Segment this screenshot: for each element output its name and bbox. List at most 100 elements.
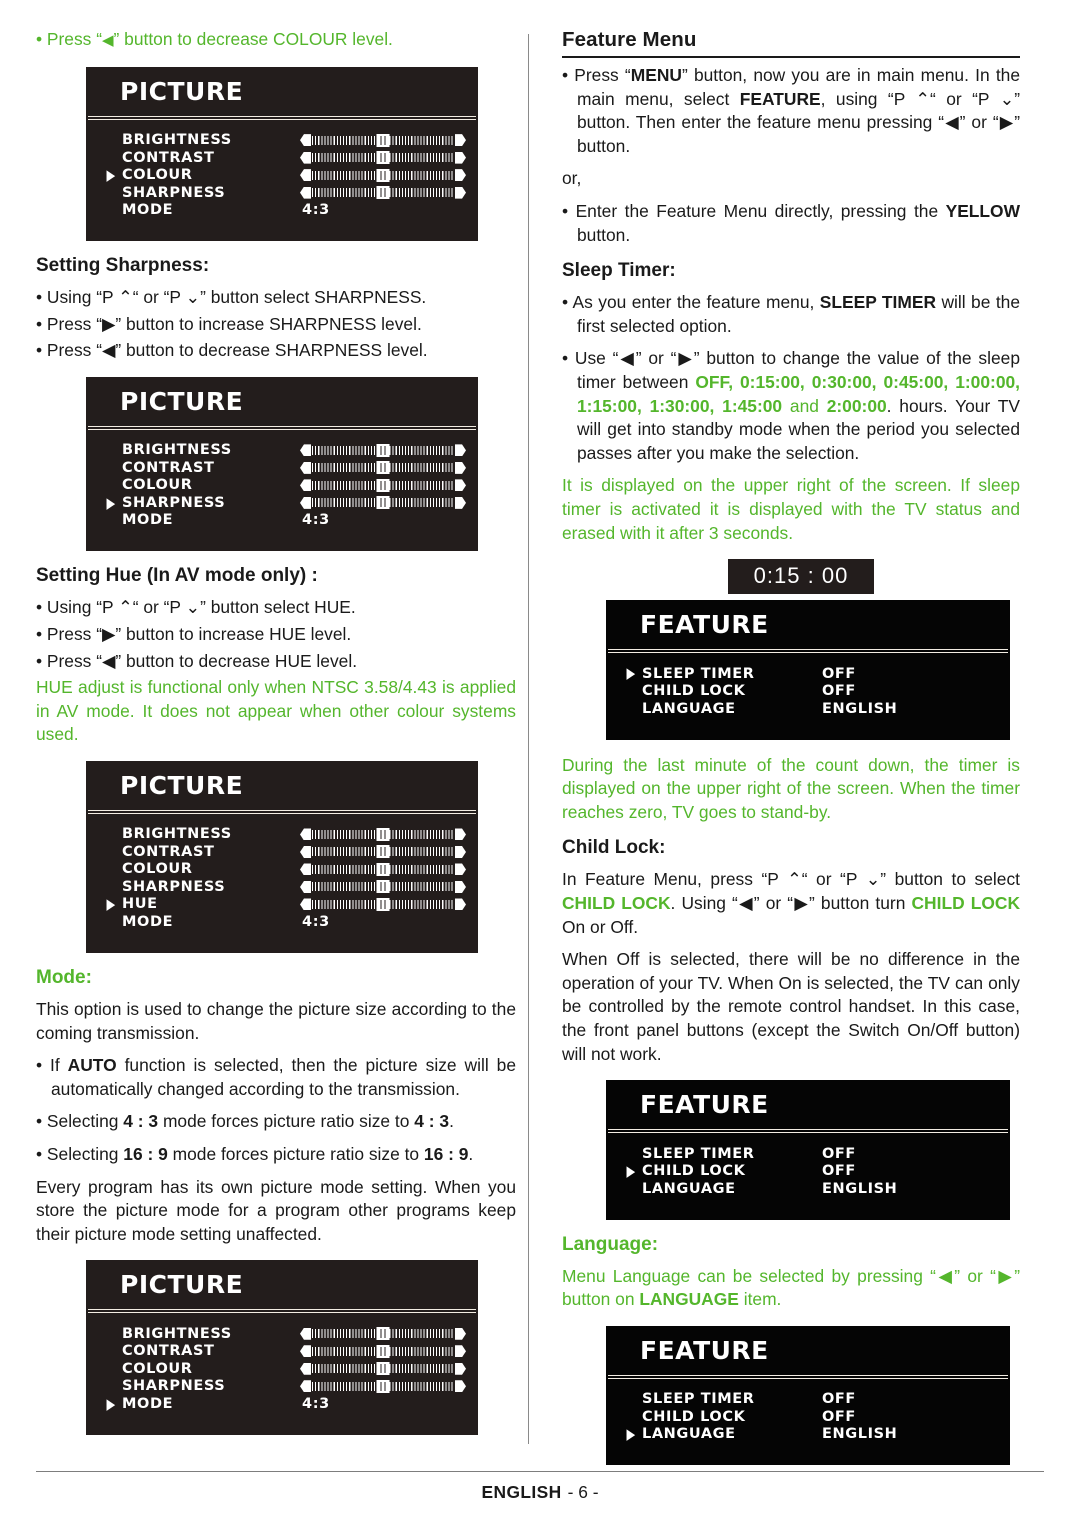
slider-left-arrow-icon [300,863,311,876]
sharpness-slider[interactable] [300,186,466,200]
osd-row-label: COLOUR [122,167,193,184]
sleep-timer-heading: Sleep Timer: [562,260,676,282]
text-run: . Using “◀” or “▶” button turn [670,892,912,913]
osd-row-label: MODE [122,202,174,219]
osd-row-selected[interactable]: ▶ CHILD LOCK OFF [620,1163,996,1181]
osd-row-label: COLOUR [122,861,193,878]
slider-right-arrow-icon [455,444,466,457]
osd-row-label: SLEEP TIMER [642,665,755,682]
osd-row[interactable]: LANGUAGE ENGLISH [620,1180,996,1198]
slider-knob [376,186,390,200]
slider-knob [376,1327,390,1341]
osd-row-label: CHILD LOCK [642,1163,746,1180]
osd-row[interactable]: CONTRAST [100,149,466,167]
slider-knob [376,168,390,182]
slider-left-arrow-icon [300,151,311,164]
document-page: • Press “◀” button to decrease COLOUR le… [0,0,1080,1528]
slider-left-arrow-icon [300,1380,311,1393]
slider-right-arrow-icon [455,1362,466,1375]
osd-row-selected[interactable]: ▶ MODE 4:3 [100,1395,464,1413]
osd-row[interactable]: BRIGHTNESS [100,826,466,844]
hue-slider[interactable] [300,897,466,911]
page-title: Feature Menu [562,28,1020,58]
osd-title: FEATURE [640,1335,769,1365]
osd-row-label: SHARPNESS [122,878,226,895]
mode-auto-bullet: • If AUTO function is selected, then the… [36,1054,516,1101]
osd-row-label: BRIGHTNESS [122,826,232,843]
colour-slider[interactable] [300,1362,466,1376]
child-lock-value: OFF [822,683,856,700]
osd-rows: SLEEP TIMER OFF CHILD LOCK OFF ▶ LANGUAGE EN… [606,1379,1010,1466]
sharpness-slider[interactable] [300,1379,466,1393]
slider-right-arrow-icon [455,134,466,147]
osd-row[interactable]: COLOUR [100,1360,466,1378]
slider-right-arrow-icon [455,151,466,164]
hue-bullet-2: • Press “▶” button to increase HUE level… [36,623,352,644]
sharpness-slider[interactable] [300,880,466,894]
osd-row-selected[interactable]: ▶ SLEEP TIMER OFF [620,665,996,683]
osd-row-label: BRIGHTNESS [122,132,232,149]
slider-right-arrow-icon [455,845,466,858]
osd-row[interactable]: BRIGHTNESS [100,442,466,460]
brightness-slider[interactable] [300,827,466,841]
osd-row-label: SHARPNESS [122,1378,226,1395]
text-run: • As you enter the feature menu, [562,292,820,313]
osd-row[interactable]: CONTRAST [100,843,466,861]
osd-row[interactable]: CHILD LOCK OFF [620,683,996,701]
osd-row[interactable]: SHARPNESS [100,878,466,896]
slider-right-arrow-icon [455,1327,466,1340]
osd-row-selected[interactable]: ▶ SHARPNESS [100,494,466,512]
colour-slider[interactable] [300,862,466,876]
slider-track [312,496,454,510]
osd-row[interactable]: COLOUR [100,477,466,495]
osd-row-label: SHARPNESS [122,184,226,201]
osd-row[interactable]: BRIGHTNESS [100,1325,466,1343]
osd-row-selected[interactable]: ▶ COLOUR [100,165,466,185]
osd-row[interactable]: CHILD LOCK OFF [620,1408,996,1426]
sleep-timer-bullet-2: • Use “◀” or “▶” button to change the va… [562,347,1020,465]
osd-row[interactable]: SLEEP TIMER OFF [620,1391,996,1409]
hue-note: HUE adjust is functional only when NTSC … [36,677,516,745]
slider-right-arrow-icon [455,479,466,492]
menu-keyword: MENU [630,65,682,85]
osd-row[interactable]: CONTRAST [100,1343,466,1361]
footer-divider [36,1471,1044,1472]
slider-track [312,461,454,475]
mode-43-bullet: • Selecting 4 : 3 mode forces picture ra… [36,1110,516,1134]
slider-right-arrow-icon [455,898,466,911]
contrast-slider[interactable] [300,845,466,859]
brightness-slider[interactable] [300,133,466,147]
osd-row[interactable]: SLEEP TIMER OFF [620,1145,996,1163]
osd-row[interactable]: SHARPNESS [100,184,466,202]
contrast-slider[interactable] [300,461,466,475]
slider-track [312,443,454,457]
slider-knob [376,461,390,475]
brightness-slider[interactable] [300,443,466,457]
selection-cursor-icon: ▶ [106,165,116,184]
contrast-slider[interactable] [300,1344,466,1358]
contrast-slider[interactable] [300,151,466,165]
colour-slider[interactable] [300,168,466,182]
osd-row-label: CHILD LOCK [642,683,746,700]
slider-knob [376,1379,390,1393]
sharpness-slider[interactable] [300,496,466,510]
osd-row-label: MODE [122,512,174,529]
setting-sharpness-heading: Setting Sharpness: [36,255,210,277]
slider-left-arrow-icon [300,186,311,199]
colour-slider[interactable] [300,478,466,492]
yellow-button-bullet: • Enter the Feature Menu directly, press… [562,200,1020,247]
osd-row[interactable]: LANGUAGE ENGLISH [620,700,996,718]
osd-row[interactable]: SHARPNESS [100,1378,466,1396]
sleep-timer-note: It is displayed on the upper right of th… [562,475,1020,543]
brightness-slider[interactable] [300,1327,466,1341]
osd-row[interactable]: CONTRAST [100,459,466,477]
osd-row-selected[interactable]: ▶ LANGUAGE ENGLISH [620,1426,996,1444]
osd-row[interactable]: MODE 4:3 [100,913,464,931]
osd-row[interactable]: BRIGHTNESS [100,132,466,150]
osd-row-selected[interactable]: ▶ HUE [100,896,466,914]
osd-row[interactable]: COLOUR [100,861,466,879]
text-run: • Press “ [562,65,631,85]
osd-row[interactable]: MODE 4:3 [100,202,464,220]
slider-left-arrow-icon [300,845,311,858]
osd-row[interactable]: MODE 4:3 [100,512,464,530]
